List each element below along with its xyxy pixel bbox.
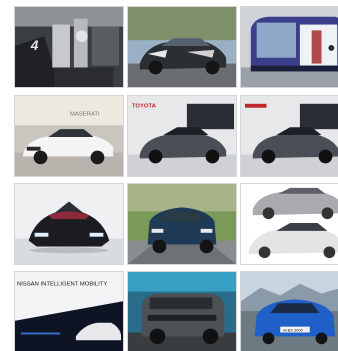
thumbnail-toyota-concept-alt[interactable] xyxy=(240,95,338,177)
offroad-truck-image xyxy=(128,272,236,351)
nissan-sign-label: NISSAN INTELLIGENT MOBILITY xyxy=(17,282,107,288)
thumbnail-two-infiniti-cars[interactable] xyxy=(240,183,338,265)
thumbnail-blue-bmw[interactable]: M·BX 2000 xyxy=(240,271,338,351)
two-infiniti-cars-image xyxy=(241,184,338,264)
concept-van-image xyxy=(241,7,338,87)
license-plate-label: M·BX 2000 xyxy=(283,328,303,333)
thumbnail-toyota-concept[interactable]: TOYOTA xyxy=(127,95,237,177)
number-4-label: 4 xyxy=(30,38,39,53)
thumbnail-offroad-truck[interactable] xyxy=(127,271,237,351)
toyota-sign-label: TOYOTA xyxy=(132,104,157,110)
race-car-interior-image: 4 xyxy=(15,7,123,87)
thumbnail-concept-van[interactable] xyxy=(240,6,338,88)
thumbnail-race-car-interior[interactable]: 4 xyxy=(14,6,124,88)
black-hypercar-image xyxy=(15,184,123,264)
thumbnail-camouflaged-sedan[interactable] xyxy=(127,6,237,88)
nissan-stand-image: NISSAN INTELLIGENT MOBILITY xyxy=(15,272,123,351)
toyota-concept-image: TOYOTA xyxy=(128,96,236,176)
white-maserati-image: MASERATI xyxy=(15,96,123,176)
thumbnail-nissan-stand[interactable]: NISSAN INTELLIGENT MOBILITY xyxy=(14,271,124,351)
image-gallery: 4 MASERATI TOYOTA NISSAN INTELLIGENT MOB… xyxy=(0,0,338,351)
toyota-concept-alt-image xyxy=(241,96,338,176)
camouflaged-sedan-image xyxy=(128,7,236,87)
peugeot-suv-image xyxy=(128,184,236,264)
thumbnail-black-hypercar[interactable] xyxy=(14,183,124,265)
blue-bmw-image: M·BX 2000 xyxy=(241,272,338,351)
thumbnail-peugeot-suv[interactable] xyxy=(127,183,237,265)
thumbnail-white-maserati[interactable]: MASERATI xyxy=(14,95,124,177)
maserati-sign-label: MASERATI xyxy=(70,112,100,118)
